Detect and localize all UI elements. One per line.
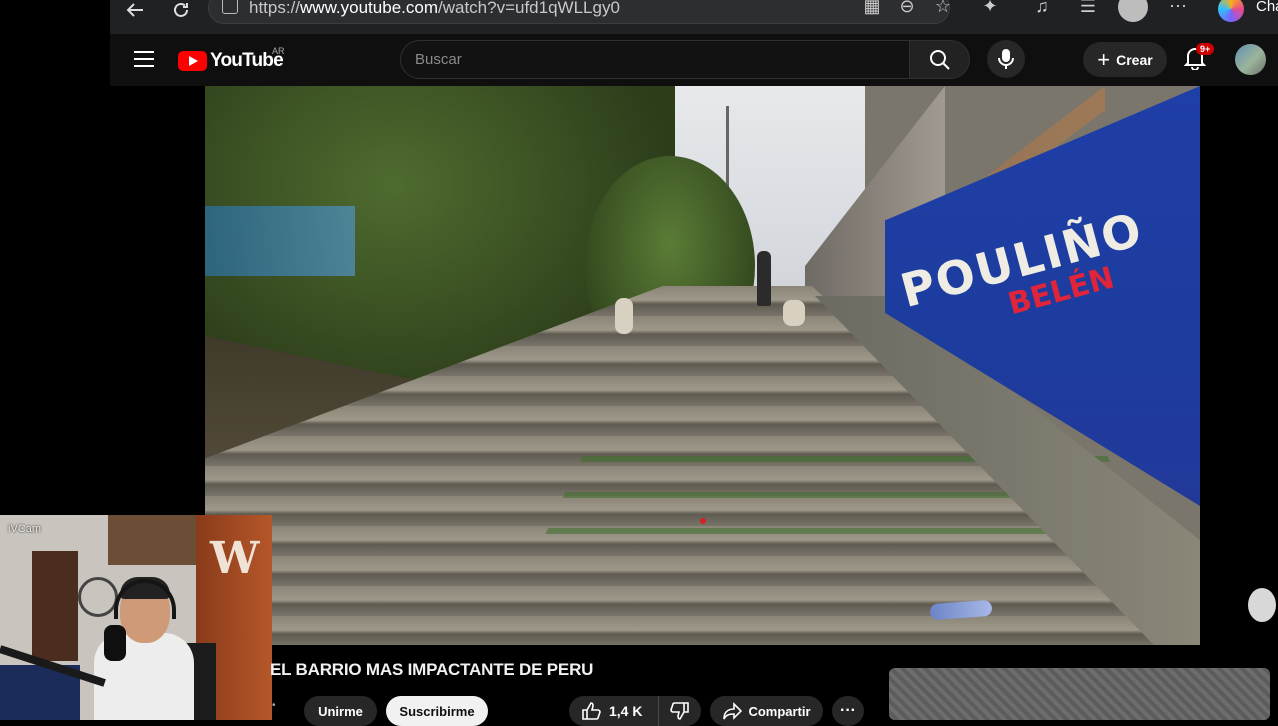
video-dog: [783, 300, 805, 326]
video-title: EL BARRIO MAS IMPACTANTE DE PERU: [270, 660, 594, 679]
more-icon[interactable]: ⋯: [1166, 0, 1190, 18]
browser-toolbar: https://www.youtube.com/watch?v=ufd1qWLL…: [110, 0, 1278, 34]
youtube-play-icon: [178, 51, 207, 71]
like-dislike-group: 1,4 K: [569, 696, 701, 726]
url-prefix: https://: [249, 0, 301, 17]
extensions-icon[interactable]: ✦: [978, 0, 1002, 18]
notifications-badge: 9+: [1196, 43, 1215, 55]
copilot-icon[interactable]: [1218, 0, 1244, 22]
thumbs-up-icon: [582, 702, 601, 720]
thumbs-down-icon: [670, 702, 689, 720]
side-panel-placeholder: [889, 668, 1270, 720]
floating-assistant-icon[interactable]: [1248, 588, 1276, 622]
webcam-door: [32, 551, 78, 661]
apps-icon[interactable]: ▦: [860, 0, 884, 18]
youtube-logo[interactable]: YouTube: [178, 50, 284, 72]
country-code: AR: [272, 46, 285, 56]
menu-icon[interactable]: [134, 51, 154, 67]
webcam-fan: [78, 577, 118, 617]
like-count: 1,4 K: [609, 703, 643, 719]
join-button[interactable]: Unirme: [304, 696, 377, 726]
back-icon[interactable]: [122, 0, 148, 20]
video-player[interactable]: POULIÑO BELÉN: [205, 86, 1200, 645]
webcam-microphone: [104, 625, 126, 661]
account-avatar[interactable]: [1235, 44, 1266, 75]
favorite-icon[interactable]: ☆: [931, 0, 955, 18]
video-dog: [615, 298, 633, 334]
youtube-header: YouTube AR Buscar + Crear 9+: [110, 34, 1278, 86]
webcam-banner-logo: W: [210, 533, 260, 584]
search-icon: [929, 49, 950, 70]
create-label: Crear: [1116, 51, 1153, 68]
video-person: [757, 251, 771, 306]
microphone-icon: [998, 49, 1014, 69]
url-host: www.youtube.com: [300, 0, 438, 17]
voice-search-button[interactable]: [987, 40, 1025, 78]
url-path: /watch?v=ufd1qWLLgy0: [437, 0, 620, 17]
more-actions-button[interactable]: ···: [832, 696, 864, 726]
share-button[interactable]: Compartir: [710, 696, 823, 726]
webcam-overlay: W iVCam: [0, 515, 272, 720]
webcam-label: iVCam: [8, 523, 42, 535]
media-icon[interactable]: ♫: [1030, 0, 1054, 18]
reload-icon[interactable]: [168, 0, 194, 20]
search-button[interactable]: [910, 40, 970, 79]
share-icon: [723, 702, 743, 720]
plus-icon: +: [1097, 46, 1111, 72]
share-label: Compartir: [748, 703, 811, 719]
favorites-collection-icon[interactable]: ☰: [1076, 0, 1100, 18]
profile-icon[interactable]: [1118, 0, 1148, 22]
video-shack: [205, 206, 355, 276]
search-input[interactable]: Buscar: [400, 40, 910, 79]
address-bar[interactable]: https://www.youtube.com/watch?v=ufd1qWLL…: [208, 0, 950, 24]
webcam-shelf: [108, 515, 204, 565]
dislike-button[interactable]: [659, 696, 701, 726]
video-litter: [700, 518, 706, 524]
zoom-out-icon[interactable]: ⊖: [895, 0, 919, 18]
subscribe-button[interactable]: Suscribirme: [386, 696, 488, 726]
channel-icon[interactable]: •: [272, 700, 278, 711]
site-info-icon[interactable]: [222, 0, 238, 14]
create-button[interactable]: + Crear: [1083, 42, 1167, 77]
like-button[interactable]: 1,4 K: [569, 696, 659, 726]
copilot-label[interactable]: Cha: [1256, 0, 1278, 15]
